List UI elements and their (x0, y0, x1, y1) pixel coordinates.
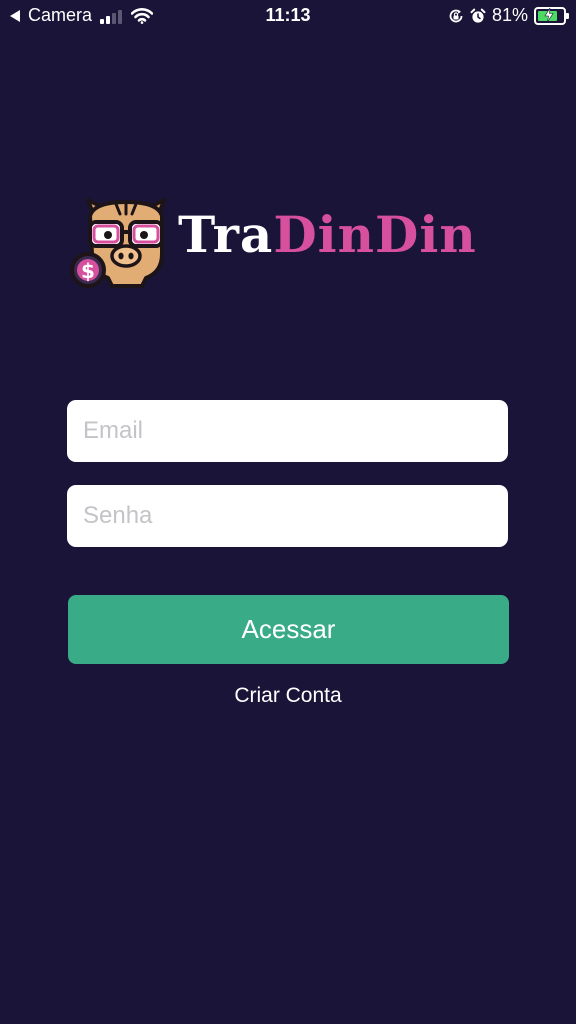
svg-text:$: $ (81, 259, 95, 283)
rotation-lock-icon (449, 9, 463, 22)
create-account-link[interactable]: Criar Conta (0, 684, 576, 708)
logo-text-pink: DinDin (273, 205, 477, 264)
alarm-icon (470, 8, 486, 23)
battery-percent: 81% (491, 5, 528, 25)
email-field[interactable] (67, 400, 508, 462)
password-field[interactable] (67, 485, 508, 547)
status-bar: Camera 11:13 81% (0, 0, 576, 32)
status-bar-right: 81% (448, 5, 569, 26)
logo-wordmark: TraDinDin (178, 210, 477, 260)
logo-text-white: Tra (178, 205, 274, 264)
pig-mascot-icon: $ (70, 198, 166, 288)
battery-charging-icon (534, 6, 569, 25)
app-logo: $ TraDinDin (70, 192, 510, 292)
login-button[interactable]: Acessar (68, 595, 509, 664)
